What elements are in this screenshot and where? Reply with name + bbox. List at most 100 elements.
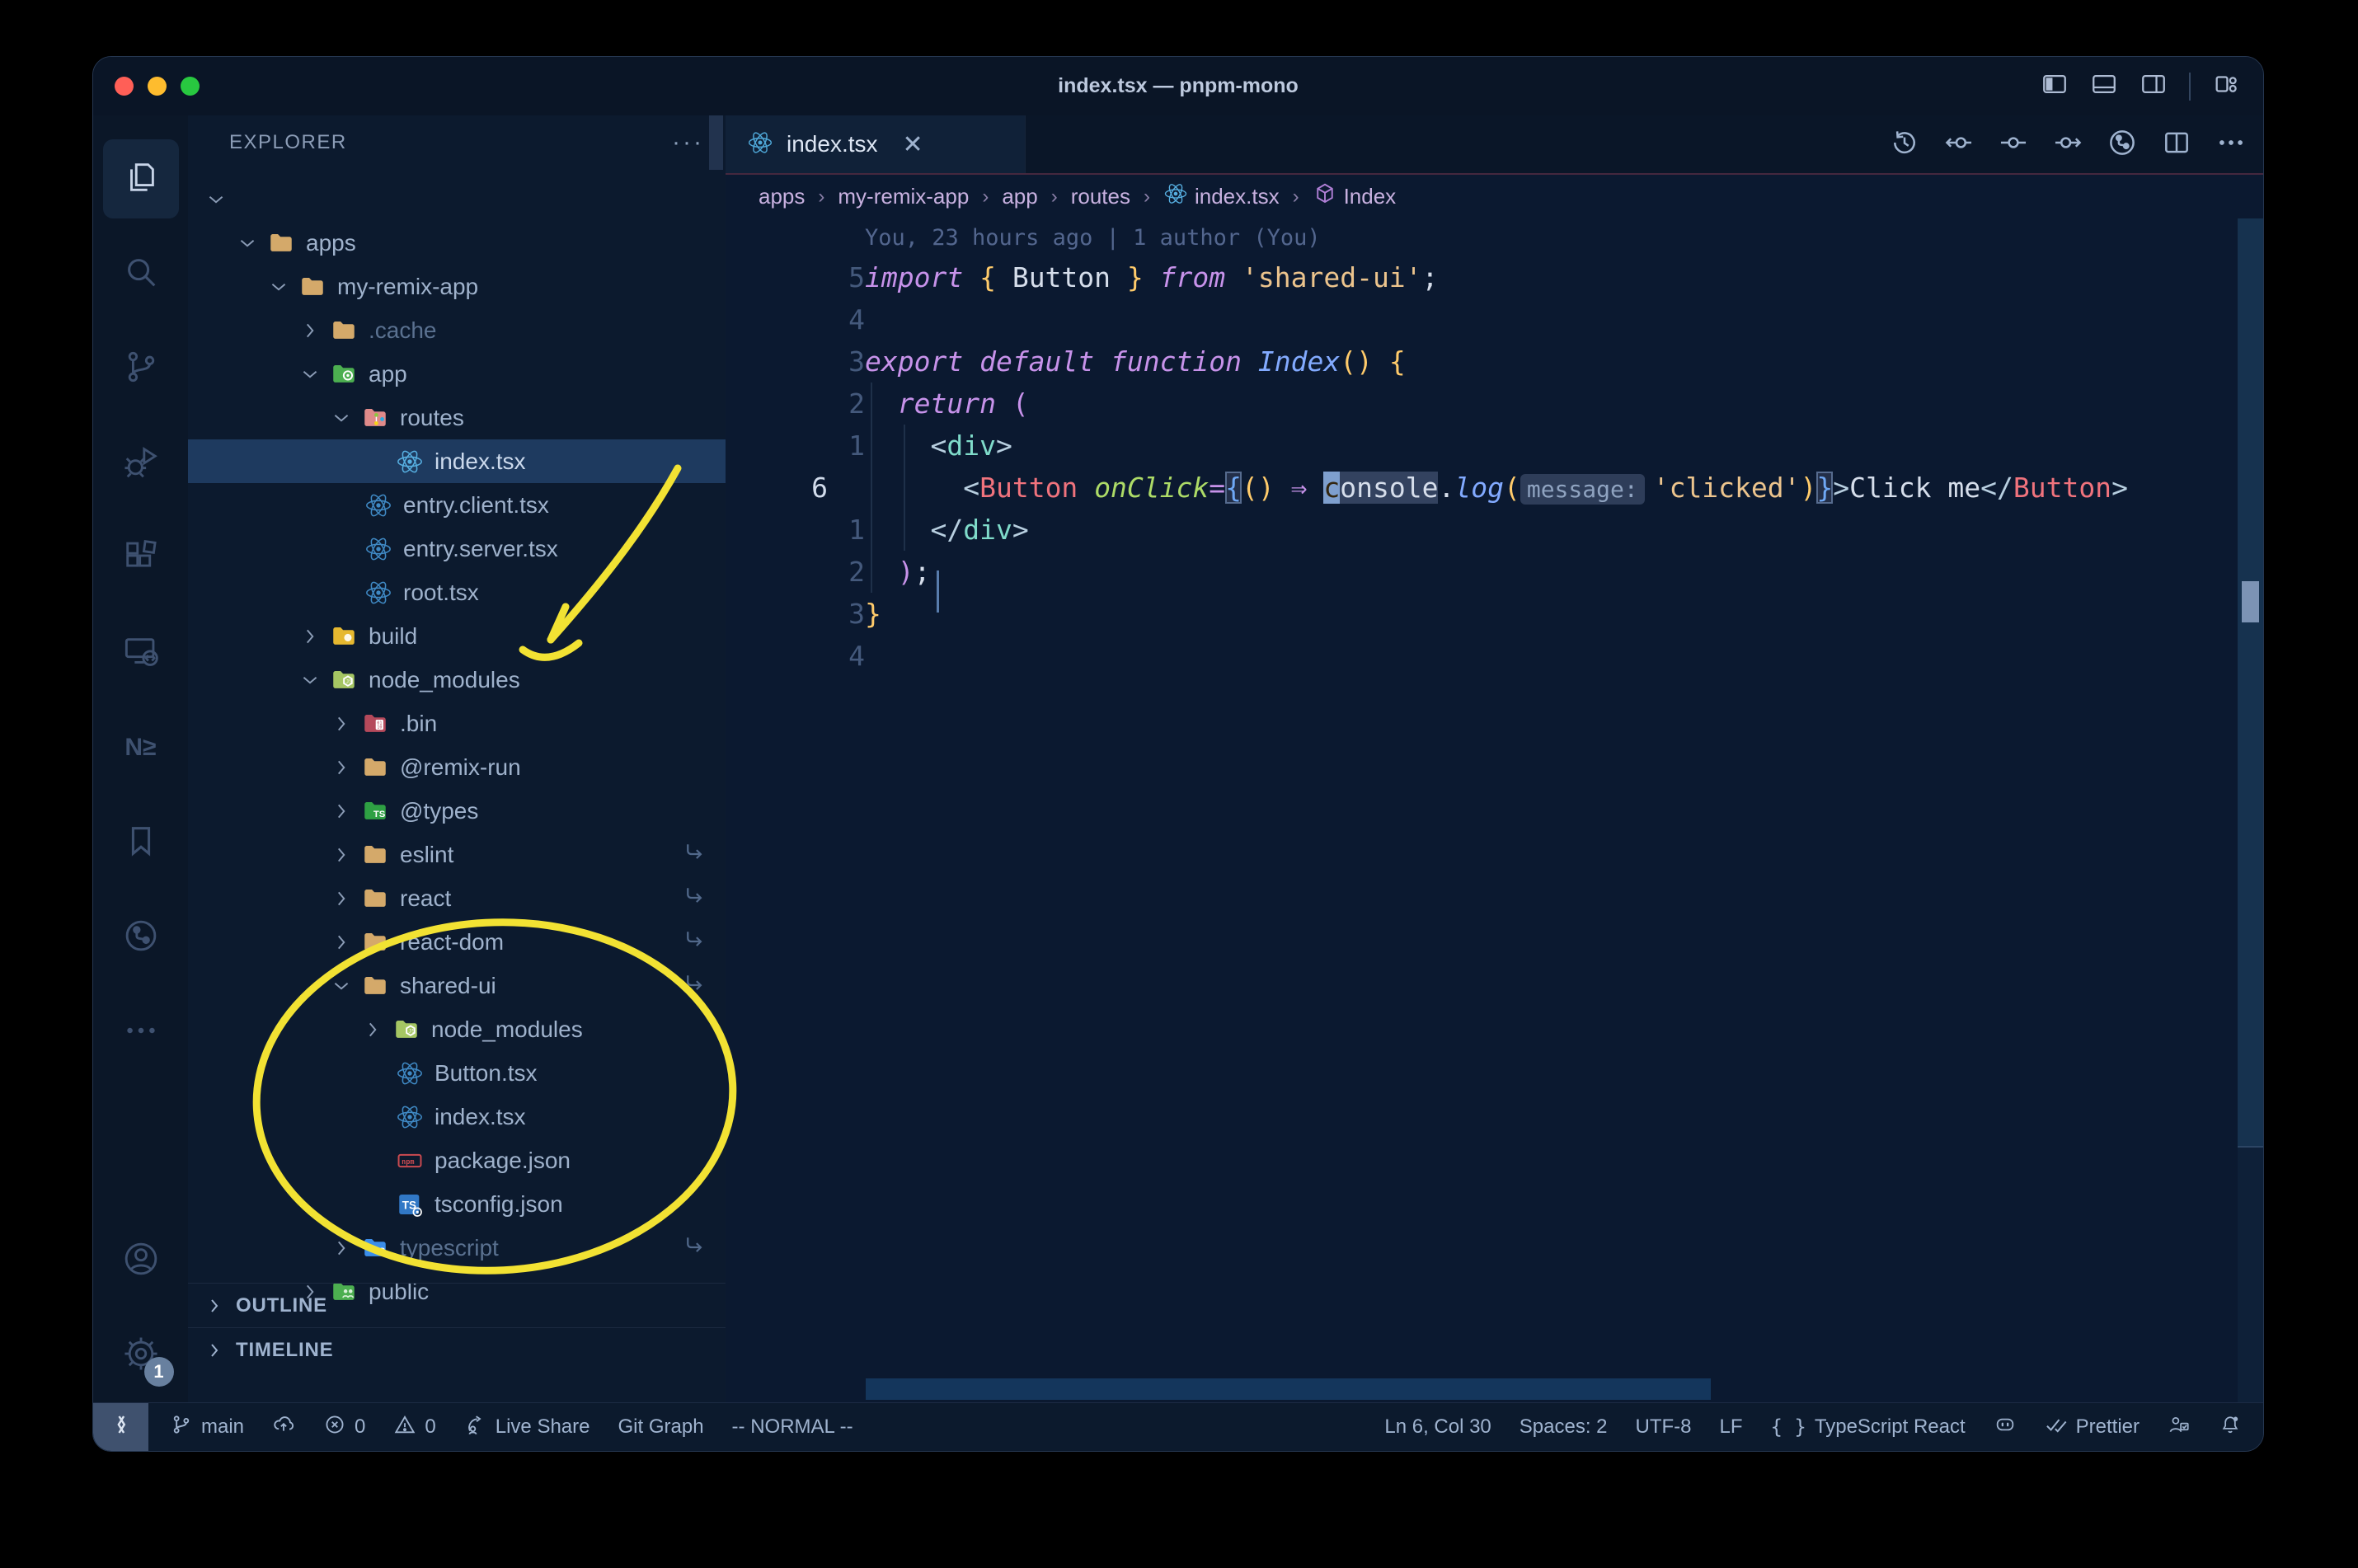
- git-graph-circle-icon[interactable]: [2107, 127, 2138, 162]
- activity-git-graph[interactable]: [103, 898, 179, 977]
- tree-item--types[interactable]: TS @types: [188, 789, 726, 833]
- timeline-history-icon[interactable]: [1889, 127, 1920, 162]
- code-line-3[interactable]: 3 export default function Index() {: [726, 340, 2263, 383]
- line-number-gutter[interactable]: 6: [726, 472, 865, 504]
- line-number-gutter[interactable]: 2: [726, 556, 865, 588]
- toggle-primary-sidebar-icon[interactable]: [2041, 70, 2069, 102]
- tree-item-entry-server-tsx[interactable]: entry.server.tsx: [188, 527, 726, 570]
- status-notifications[interactable]: [2219, 1413, 2242, 1442]
- code-line-8[interactable]: 2 );: [726, 551, 2263, 593]
- activity-more[interactable]: [103, 993, 179, 1072]
- vertical-scrollbar-thumb[interactable]: [2238, 218, 2263, 1148]
- tree-item-build[interactable]: build: [188, 614, 726, 658]
- status-copilot[interactable]: [1994, 1413, 2017, 1442]
- customize-layout-icon[interactable]: [2212, 70, 2240, 102]
- toggle-secondary-sidebar-icon[interactable]: [2140, 70, 2168, 102]
- status-indentation[interactable]: Spaces: 2: [1520, 1415, 1608, 1439]
- next-change-icon[interactable]: [2052, 127, 2083, 162]
- code-line-9[interactable]: 3}: [726, 593, 2263, 635]
- tree-item-node-modules[interactable]: JS node_modules: [188, 658, 726, 702]
- tree-root-pnpm-mono[interactable]: [188, 177, 726, 221]
- status-language-mode[interactable]: { } TypeScript React: [1771, 1415, 1966, 1439]
- breadcrumb-my-remix-app[interactable]: my-remix-app: [838, 184, 969, 209]
- line-number-gutter[interactable]: 1: [726, 514, 865, 546]
- more-actions-icon[interactable]: [2215, 127, 2247, 162]
- breadcrumb-routes[interactable]: routes: [1071, 184, 1130, 209]
- tree-item-tsconfig-json[interactable]: TS tsconfig.json: [188, 1182, 726, 1226]
- status-errors[interactable]: 0: [323, 1413, 365, 1442]
- tree-item--bin[interactable]: 01 10 .bin: [188, 702, 726, 745]
- sidebar-scrollbar[interactable]: [709, 115, 723, 170]
- status-vim-mode[interactable]: -- NORMAL --: [732, 1415, 853, 1439]
- horizontal-scrollbar-thumb[interactable]: [866, 1378, 1711, 1400]
- tree-item-eslint[interactable]: eslint: [188, 833, 726, 876]
- status-cursor-position[interactable]: Ln 6, Col 30: [1384, 1415, 1491, 1439]
- activity-run-debug[interactable]: [103, 424, 179, 503]
- breadcrumb-index-tsx[interactable]: index.tsx: [1163, 181, 1280, 212]
- tree-item--cache[interactable]: .cache: [188, 308, 726, 352]
- tree-item-entry-client-tsx[interactable]: entry.client.tsx: [188, 483, 726, 527]
- outline-section[interactable]: OUTLINE: [188, 1283, 726, 1327]
- tree-item-button-tsx[interactable]: Button.tsx: [188, 1051, 726, 1095]
- activity-search[interactable]: [103, 234, 179, 313]
- activity-nx-console[interactable]: N≥: [103, 708, 179, 787]
- breadcrumb-app[interactable]: app: [1002, 184, 1037, 209]
- tree-item--remix-run[interactable]: @remix-run: [188, 745, 726, 789]
- split-editor-icon[interactable]: [2161, 127, 2192, 162]
- explorer-more-actions-icon[interactable]: ···: [672, 129, 704, 157]
- tree-item-react[interactable]: react: [188, 876, 726, 920]
- toggle-panel-icon[interactable]: [2090, 70, 2118, 102]
- activity-remote-explorer[interactable]: [103, 613, 179, 692]
- tab-index-tsx[interactable]: index.tsx ✕: [726, 115, 1026, 173]
- activity-source-control[interactable]: [103, 329, 179, 408]
- line-number-gutter[interactable]: 2: [726, 387, 865, 420]
- activity-settings[interactable]: 1: [103, 1316, 179, 1395]
- tree-item-react-dom[interactable]: react-dom: [188, 920, 726, 964]
- line-number-gutter[interactable]: 4: [726, 303, 865, 336]
- activity-extensions[interactable]: [103, 519, 179, 598]
- close-tab-icon[interactable]: ✕: [903, 130, 923, 159]
- line-number-gutter[interactable]: 5: [726, 261, 865, 293]
- status-git-graph[interactable]: Git Graph: [618, 1415, 704, 1439]
- tree-item-my-remix-app[interactable]: my-remix-app: [188, 265, 726, 308]
- current-change-icon[interactable]: [1998, 127, 2029, 162]
- code-line-2[interactable]: 4: [726, 298, 2263, 340]
- status-live-share[interactable]: Live Share: [464, 1413, 590, 1442]
- tree-item-app[interactable]: app: [188, 352, 726, 396]
- tree-item-typescript[interactable]: TS typescript: [188, 1226, 726, 1270]
- timeline-section[interactable]: TIMELINE: [188, 1327, 726, 1372]
- tree-item-apps[interactable]: apps: [188, 221, 726, 265]
- breadcrumb-index[interactable]: Index: [1313, 181, 1396, 212]
- tree-item-node-modules[interactable]: JS node_modules: [188, 1007, 726, 1051]
- status-encoding[interactable]: UTF-8: [1636, 1415, 1692, 1439]
- tree-item-index-tsx[interactable]: index.tsx: [188, 439, 726, 483]
- code-line-1[interactable]: 5 import { Button } from 'shared-ui';: [726, 256, 2263, 298]
- code-line-7[interactable]: 1 </div>: [726, 509, 2263, 551]
- code-line-4[interactable]: 2 return (: [726, 383, 2263, 425]
- activity-bookmarks[interactable]: [103, 803, 179, 882]
- status-remote-indicator[interactable]: [93, 1403, 148, 1451]
- tree-item-shared-ui[interactable]: shared-ui: [188, 964, 726, 1007]
- tree-item-index-tsx[interactable]: index.tsx: [188, 1095, 726, 1138]
- status-eol[interactable]: LF: [1720, 1415, 1743, 1439]
- previous-change-icon[interactable]: [1943, 127, 1975, 162]
- vertical-scrollbar[interactable]: [2238, 218, 2263, 1403]
- status-git-branch[interactable]: main: [170, 1413, 244, 1442]
- line-number-gutter[interactable]: 4: [726, 640, 865, 672]
- activity-explorer[interactable]: [102, 139, 179, 218]
- code-line-6[interactable]: 6 <Button onClick={() ⇒ console.log(mess…: [726, 467, 2263, 509]
- tree-item-routes[interactable]: routes: [188, 396, 726, 439]
- line-number-gutter[interactable]: 3: [726, 598, 865, 630]
- line-number-gutter[interactable]: 1: [726, 430, 865, 462]
- breadcrumb-apps[interactable]: apps: [759, 184, 805, 209]
- code-line-5[interactable]: 1 <div>: [726, 425, 2263, 467]
- status-warnings[interactable]: 0: [393, 1413, 436, 1442]
- code-line-10[interactable]: 4: [726, 635, 2263, 677]
- line-number-gutter[interactable]: 3: [726, 345, 865, 378]
- status-prettier[interactable]: Prettier: [2045, 1413, 2140, 1442]
- activity-accounts[interactable]: [103, 1221, 179, 1300]
- tree-item-root-tsx[interactable]: root.tsx: [188, 570, 726, 614]
- status-feedback[interactable]: [2168, 1413, 2191, 1442]
- tree-item-package-json[interactable]: npm package.json: [188, 1138, 726, 1182]
- status-publish[interactable]: [272, 1413, 295, 1442]
